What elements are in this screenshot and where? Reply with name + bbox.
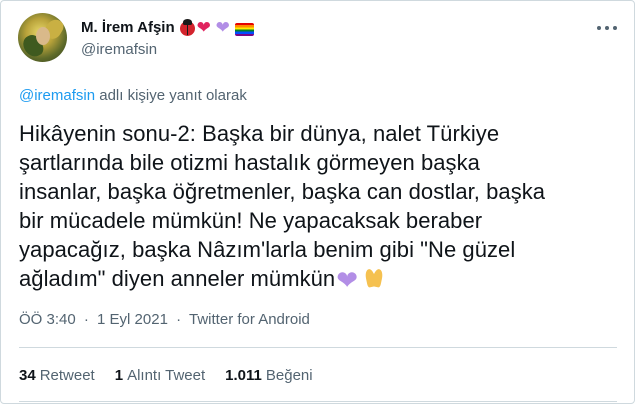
tweet-card: M. İrem Afşin ❤ ❤ @iremafsin @iremafsin … xyxy=(0,0,635,404)
reply-suffix: adlı kişiye yanıt olarak xyxy=(95,87,247,104)
author-display-name[interactable]: M. İrem Afşin ❤ ❤ xyxy=(81,19,254,36)
ladybug-icon xyxy=(179,19,195,36)
name-emojis: ❤ ❤ xyxy=(179,17,254,37)
meta-separator: · xyxy=(83,311,89,328)
quotes-stat[interactable]: 1 Alıntı Tweet xyxy=(115,367,205,384)
meta-separator: · xyxy=(176,311,182,328)
tweet-body: Hikâyenin sonu-2: Başka bir dünya, nalet… xyxy=(19,121,546,291)
reply-context: @iremafsin adlı kişiye yanıt olarak xyxy=(19,87,247,104)
tweet-date[interactable]: 1 Eyl 2021 xyxy=(97,311,168,328)
quotes-label: Alıntı Tweet xyxy=(127,367,206,384)
retweets-count: 34 xyxy=(19,367,36,384)
more-options-icon[interactable] xyxy=(597,23,617,33)
rainbow-flag-icon xyxy=(234,23,254,36)
avatar-face xyxy=(36,27,50,45)
dot xyxy=(605,26,609,30)
tweet-text: Hikâyenin sonu-2: Başka bir dünya, nalet… xyxy=(19,119,619,293)
tweet-meta: ÖÖ 3:40 · 1 Eyl 2021 · Twitter for Andro… xyxy=(19,311,310,328)
divider xyxy=(19,347,617,348)
retweets-label: Retweet xyxy=(39,367,95,384)
likes-stat[interactable]: 1.011 Beğeni xyxy=(225,367,312,384)
author-name-text: M. İrem Afşin xyxy=(81,19,175,36)
likes-label: Beğeni xyxy=(265,367,313,384)
dot xyxy=(613,26,617,30)
quotes-count: 1 xyxy=(114,367,124,384)
reply-mention-link[interactable]: @iremafsin xyxy=(19,87,95,104)
purple-heart-icon: ❤ xyxy=(215,17,230,37)
purple-heart-icon: ❤ xyxy=(336,265,359,295)
tweet-source[interactable]: Twitter for Android xyxy=(189,311,310,328)
dot xyxy=(597,26,601,30)
tweet-stats: 34 Retweet 1 Alıntı Tweet 1.011 Beğeni xyxy=(19,367,313,384)
avatar[interactable] xyxy=(18,13,67,62)
folded-hands-icon xyxy=(362,267,386,289)
divider xyxy=(19,401,617,402)
tweet-time[interactable]: ÖÖ 3:40 xyxy=(19,311,76,328)
red-heart-icon: ❤ xyxy=(196,17,211,37)
author-handle[interactable]: @iremafsin xyxy=(81,41,157,58)
likes-count: 1.011 xyxy=(225,367,262,384)
retweets-stat[interactable]: 34 Retweet xyxy=(19,367,95,384)
